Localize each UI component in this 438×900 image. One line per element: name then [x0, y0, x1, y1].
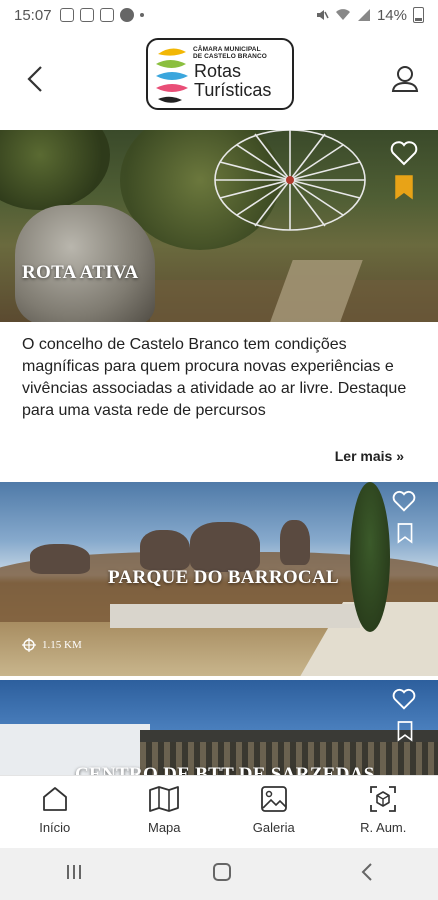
heart-icon: [390, 141, 418, 166]
app-logo: CÂMARA MUNICIPAL DE CASTELO BRANCO Rotas…: [146, 38, 294, 110]
favorite-button[interactable]: [390, 140, 418, 166]
bookmark-icon: [395, 175, 413, 200]
wifi-icon: [335, 9, 350, 20]
notification-icons: [59, 8, 144, 22]
nav-item-augmented-reality[interactable]: R. Aum.: [329, 776, 438, 848]
route-card-title: ROTA ATIVA: [22, 262, 139, 283]
back-button[interactable]: [20, 64, 50, 94]
route-card-title: CENTRO DE BTT DE SARZEDAS: [75, 764, 375, 775]
favorite-button[interactable]: [392, 688, 420, 714]
home-system-button[interactable]: [212, 862, 232, 887]
gallery-icon: [260, 786, 287, 812]
nav-label: Início: [39, 820, 71, 835]
more-notifications-icon: [139, 13, 144, 17]
recent-apps-icon: [67, 864, 81, 879]
system-navigation-bar: [0, 848, 438, 900]
mute-icon: [316, 10, 329, 20]
augmented-reality-icon: [370, 786, 397, 812]
logo-municipality: CÂMARA MUNICIPAL DE CASTELO BRANCO: [193, 46, 267, 60]
nav-label: Galeria: [252, 820, 295, 835]
whatsapp-notification-icon: [99, 8, 114, 22]
bottom-navigation: Início Mapa Galeria R. Aum.: [0, 775, 438, 848]
app-notification-icon: [119, 8, 134, 22]
heart-icon: [392, 688, 416, 710]
bookmark-button[interactable]: [393, 174, 415, 200]
location-target-icon: [22, 638, 36, 652]
user-icon: [391, 66, 419, 92]
favorite-button[interactable]: [392, 490, 420, 516]
logo-title: Rotas Turísticas: [194, 61, 272, 100]
status-time: 15:07: [14, 6, 52, 24]
home-square-icon: [213, 862, 231, 881]
bookmark-icon: [397, 523, 413, 544]
nav-label: Mapa: [147, 820, 181, 835]
nav-item-home[interactable]: Início: [0, 776, 110, 848]
logo-petals-icon: [156, 48, 188, 103]
battery-percent: 14%: [376, 6, 407, 24]
app-notification-icon: [59, 8, 74, 22]
bookmark-button[interactable]: [396, 720, 418, 746]
bookmark-icon: [397, 721, 413, 742]
route-description: O concelho de Castelo Branco tem condiçõ…: [22, 336, 407, 419]
gallery-notification-icon: [79, 8, 94, 22]
route-card-image[interactable]: CENTRO DE BTT DE SARZEDAS: [0, 680, 438, 775]
route-distance: 1.15 KM: [22, 638, 82, 652]
user-profile-button[interactable]: [388, 62, 422, 96]
signal-icon: [357, 9, 370, 21]
read-more-link[interactable]: Ler mais »: [335, 448, 404, 464]
nav-label: R. Aum.: [360, 820, 407, 835]
chevron-left-icon: [27, 66, 42, 92]
home-icon: [42, 787, 67, 811]
sculpture-illustration: [214, 130, 366, 231]
route-card-title: PARQUE DO BARROCAL: [108, 567, 339, 588]
back-arrow-icon: [361, 862, 372, 881]
status-bar: 15:07 14%: [0, 0, 438, 30]
nav-item-map[interactable]: Mapa: [110, 776, 220, 848]
bookmark-button[interactable]: [396, 522, 418, 548]
route-card-image[interactable]: ROTA ATIVA: [0, 130, 438, 322]
app-header: CÂMARA MUNICIPAL DE CASTELO BRANCO Rotas…: [0, 30, 438, 130]
nav-item-gallery[interactable]: Galeria: [219, 776, 329, 848]
recent-apps-button[interactable]: [64, 863, 84, 886]
heart-icon: [392, 490, 416, 512]
system-icons: 14%: [315, 7, 424, 24]
distance-value: 1.15 KM: [42, 639, 82, 651]
battery-icon: [413, 7, 424, 23]
system-back-button[interactable]: [360, 862, 374, 887]
map-icon: [149, 786, 180, 812]
routes-list[interactable]: ROTA ATIVA O concelho de Castelo Branco …: [0, 130, 438, 775]
